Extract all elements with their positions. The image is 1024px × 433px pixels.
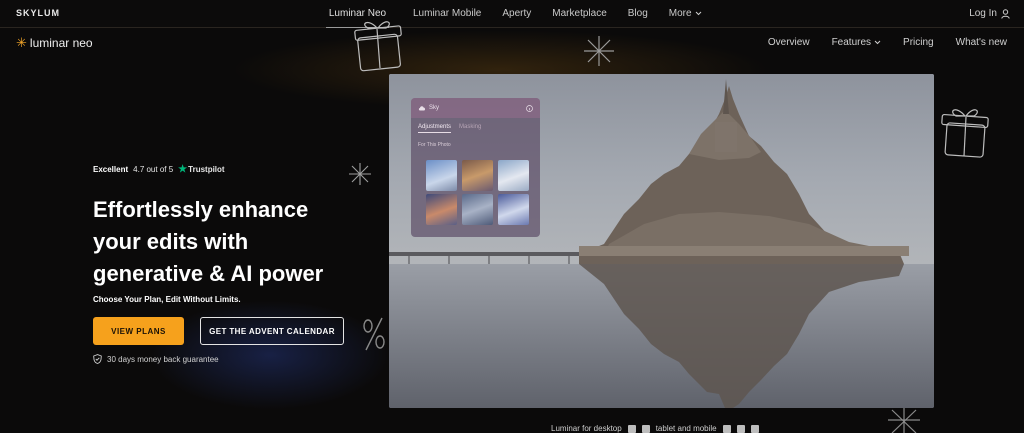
caption-mobile: tablet and mobile [655, 424, 717, 433]
sky-preset-thumbnail[interactable] [426, 160, 457, 191]
global-topbar: SKYLUM Luminar Neo Luminar Mobile Aperty… [0, 0, 1024, 28]
user-icon [1001, 8, 1010, 19]
view-plans-button[interactable]: VIEW PLANS [93, 317, 184, 345]
sky-preset-thumbnail[interactable] [462, 194, 493, 225]
logo-text: luminar neo [29, 36, 93, 50]
sparkle-logo-icon: ✳ [16, 35, 27, 50]
chromeos-icon [750, 424, 759, 433]
luminar-neo-logo[interactable]: ✳ luminar neo [16, 36, 93, 50]
tab-masking[interactable]: Masking [459, 124, 481, 133]
sky-preset-thumbnail[interactable] [498, 160, 529, 191]
nav-marketplace[interactable]: Marketplace [552, 0, 606, 28]
info-icon[interactable] [526, 104, 533, 112]
hero-headline: Effortlessly enhance your edits with gen… [93, 194, 393, 290]
hero-tagline: Choose Your Plan, Edit Without Limits. [93, 295, 241, 304]
trustpilot-star-icon: ★ [178, 164, 188, 175]
tab-adjustments[interactable]: Adjustments [418, 124, 452, 133]
sky-adjustment-panel: Sky Adjustments Masking For This Photo [411, 98, 540, 237]
sky-preset-thumbnail[interactable] [426, 194, 457, 225]
sky-presets-grid [426, 160, 529, 225]
money-back-guarantee: 30 days money back guarantee [93, 354, 219, 364]
snowflake-icon [888, 408, 920, 433]
gift-outline-icon [941, 109, 989, 158]
rating-score: 4.7 out of 5 [133, 165, 174, 174]
nav-overview[interactable]: Overview [768, 37, 810, 48]
nav-pricing[interactable]: Pricing [903, 37, 934, 48]
login-label: Log In [969, 8, 997, 19]
windows-icon [641, 424, 650, 433]
percent-sign-icon [363, 317, 385, 351]
sky-preset-thumbnail[interactable] [462, 160, 493, 191]
sky-preset-thumbnail[interactable] [498, 194, 529, 225]
hero-product-image: Sky Adjustments Masking For This Photo [389, 74, 934, 408]
rating-label: Excellent [93, 165, 129, 174]
nav-luminar-mobile[interactable]: Luminar Mobile [413, 0, 481, 28]
nav-blog[interactable]: Blog [628, 0, 648, 28]
nav-aperty[interactable]: Aperty [502, 0, 531, 28]
product-navbar: ✳ luminar neo Overview Features Pricing … [0, 28, 1024, 58]
nav-features-label: Features [831, 37, 872, 48]
android-icon [736, 424, 745, 433]
panel-header[interactable]: Sky [411, 98, 540, 118]
trustpilot-logo: ★ Trustpilot [178, 164, 224, 175]
shield-check-icon [93, 354, 102, 364]
headline-line-3: generative & AI power [93, 261, 324, 286]
nav-features[interactable]: Features [832, 37, 881, 48]
gift-outline-icon [354, 21, 402, 72]
panel-section-label: For This Photo [418, 142, 451, 148]
caption-desktop: Luminar for desktop [551, 424, 622, 433]
panel-title: Sky [429, 105, 440, 111]
guarantee-text: 30 days money back guarantee [107, 354, 219, 364]
ios-icon [722, 424, 731, 433]
trustpilot-rating[interactable]: Excellent 4.7 out of 5 ★ Trustpilot [93, 164, 225, 175]
headline-line-1: Effortlessly enhance [93, 197, 309, 222]
chevron-down-icon [695, 11, 701, 16]
snowflake-icon [584, 36, 614, 66]
headline-line-2: your edits with [93, 229, 249, 254]
cloud-icon [418, 106, 426, 111]
platforms-caption: Luminar for desktop tablet and mobile [551, 424, 759, 433]
login-link[interactable]: Log In [969, 8, 1010, 19]
apple-icon [627, 424, 636, 433]
skylum-logo[interactable]: SKYLUM [16, 8, 60, 18]
panel-tabs: Adjustments Masking [411, 118, 540, 133]
chevron-down-icon [874, 40, 881, 45]
trustpilot-label: Trustpilot [188, 165, 225, 174]
snowflake-icon [349, 163, 371, 185]
nav-whats-new[interactable]: What's new [956, 37, 1007, 48]
advent-calendar-button[interactable]: GET THE ADVENT CALENDAR [200, 317, 344, 345]
product-nav: Overview Features Pricing What's new [768, 37, 1007, 48]
nav-more-label: More [668, 8, 692, 19]
panel-title-wrap: Sky [418, 105, 439, 111]
nav-more[interactable]: More [669, 0, 702, 28]
